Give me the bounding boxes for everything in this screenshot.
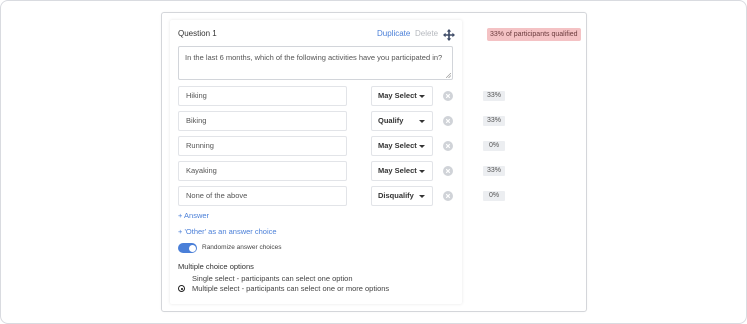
- delete-button[interactable]: Delete: [415, 29, 438, 38]
- add-answer-link[interactable]: + Answer: [178, 211, 209, 220]
- question-text: In the last 6 months, which of the follo…: [185, 53, 443, 62]
- randomize-label: Randomize answer choices: [202, 244, 282, 251]
- caret-down-icon: [419, 145, 425, 148]
- multiple-choice-heading: Multiple choice options: [178, 262, 254, 271]
- radio-unselected-icon[interactable]: [178, 275, 185, 282]
- answer-input[interactable]: Hiking: [178, 86, 347, 106]
- caret-down-icon: [419, 195, 425, 198]
- resize-grip-icon[interactable]: [446, 73, 451, 78]
- remove-answer-icon[interactable]: [443, 91, 453, 101]
- single-select-label: Single select - participants can select …: [192, 274, 353, 283]
- add-other-link[interactable]: + 'Other' as an answer choice: [178, 227, 277, 236]
- answer-row: Hiking May Select 33%: [0, 86, 747, 106]
- multiple-select-label: Multiple select - participants can selec…: [192, 284, 390, 293]
- answer-percent: 0%: [483, 141, 505, 151]
- question-title: Question 1: [178, 29, 217, 38]
- randomize-toggle[interactable]: [178, 243, 197, 253]
- answer-rule-value: Qualify: [378, 116, 404, 125]
- radio-selected-icon[interactable]: [178, 285, 185, 292]
- move-icon[interactable]: [443, 28, 455, 41]
- qualified-badge: 33% of participants qualified: [487, 28, 581, 41]
- answer-input[interactable]: Biking: [178, 111, 347, 131]
- answer-percent: 33%: [483, 166, 505, 176]
- caret-down-icon: [419, 95, 425, 98]
- answer-input[interactable]: None of the above: [178, 186, 347, 206]
- answer-rule-value: May Select: [378, 91, 417, 100]
- answer-input[interactable]: Running: [178, 136, 347, 156]
- answer-row: Biking Qualify 33%: [0, 111, 747, 131]
- remove-answer-icon[interactable]: [443, 141, 453, 151]
- answer-input[interactable]: Kayaking: [178, 161, 347, 181]
- answer-row: None of the above Disqualify 0%: [0, 186, 747, 206]
- answer-rule-value: May Select: [378, 141, 417, 150]
- question-text-input[interactable]: In the last 6 months, which of the follo…: [178, 46, 453, 80]
- answer-row: Kayaking May Select 33%: [0, 161, 747, 181]
- remove-answer-icon[interactable]: [443, 116, 453, 126]
- answer-rule-value: May Select: [378, 166, 417, 175]
- caret-down-icon: [419, 170, 425, 173]
- answer-percent: 0%: [483, 191, 505, 201]
- remove-answer-icon[interactable]: [443, 166, 453, 176]
- toggle-knob: [188, 244, 196, 252]
- answer-rule-select[interactable]: Qualify: [371, 111, 433, 131]
- answer-rule-select[interactable]: May Select: [371, 86, 433, 106]
- answer-percent: 33%: [483, 116, 505, 126]
- duplicate-button[interactable]: Duplicate: [377, 29, 410, 38]
- answer-rule-select[interactable]: May Select: [371, 161, 433, 181]
- answer-row: Running May Select 0%: [0, 136, 747, 156]
- answer-rule-value: Disqualify: [378, 191, 414, 200]
- caret-down-icon: [419, 120, 425, 123]
- answer-rule-select[interactable]: May Select: [371, 136, 433, 156]
- answer-rule-select[interactable]: Disqualify: [371, 186, 433, 206]
- remove-answer-icon[interactable]: [443, 191, 453, 201]
- answer-percent: 33%: [483, 91, 505, 101]
